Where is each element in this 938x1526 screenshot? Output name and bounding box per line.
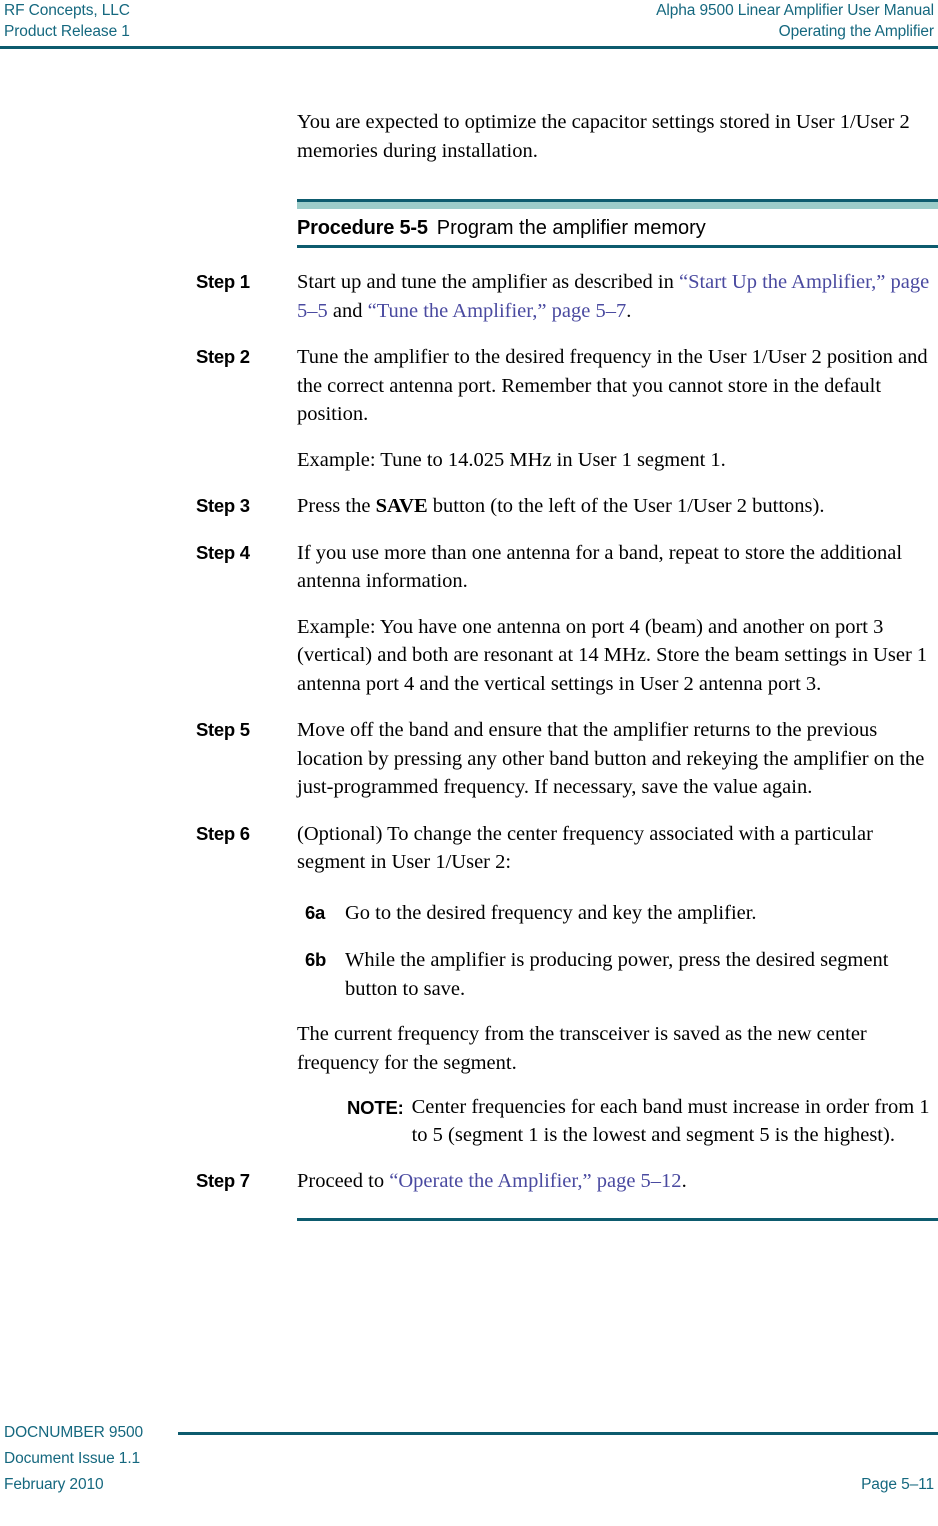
page-footer: DOCNUMBER 9500 Document Issue 1.1 Februa… [0, 1420, 938, 1512]
step-body: Tune the amplifier to the desired freque… [297, 343, 937, 474]
step-row: Step 5 Move off the band and ensure that … [0, 716, 938, 802]
header-left: RF Concepts, LLC Product Release 1 [4, 0, 130, 42]
footer-divider-rule [178, 1432, 938, 1435]
step-label: Step 3 [196, 495, 250, 516]
emphasized-text: SAVE [375, 495, 428, 517]
footer-date: February 2010 [4, 1476, 104, 1493]
step-row: Step 2 Tune the amplifier to the desired … [0, 343, 938, 474]
procedure-banner: Procedure 5-5 Program the amplifier memor… [297, 199, 938, 248]
note-body: Center frequencies for each band must in… [411, 1096, 930, 1146]
header-company: RF Concepts, LLC [4, 2, 130, 19]
step-body: If you use more than one antenna for a b… [297, 539, 937, 699]
text-run: Press the [297, 495, 376, 517]
text-run: button (to the left of the User 1/User 2… [427, 495, 825, 517]
header-right: Alpha 9500 Linear Amplifier User Manual … [656, 0, 934, 42]
substep-row: 6b While the amplifier is producing power… [297, 946, 937, 1003]
cross-reference-link[interactable]: “Operate the Amplifier,” page 5–12 [389, 1170, 681, 1192]
step-paragraph: Press the SAVE button (to the left of th… [297, 492, 937, 521]
substep-label: 6b [305, 949, 326, 970]
header-product-release: Product Release 1 [4, 23, 130, 40]
procedure-accent-band [297, 202, 938, 209]
step-body: Move off the band and ensure that the am… [297, 716, 937, 802]
step-paragraph: (Optional) To change the center frequenc… [297, 820, 937, 877]
footer-doc-number: DOCNUMBER 9500 [4, 1424, 144, 1441]
text-run: (Optional) To change the center frequenc… [297, 822, 873, 874]
header-divider-rule [0, 46, 938, 49]
step-paragraph: Move off the band and ensure that the am… [297, 716, 937, 802]
substep-row: 6a Go to the desired frequency and key th… [297, 899, 937, 928]
text-run: Start up and tune the amplifier as descr… [297, 271, 679, 293]
step-followup-paragraph: The current frequency from the transceiv… [297, 1023, 867, 1074]
header-chapter-title: Operating the Amplifier [778, 23, 934, 40]
text-run: Proceed to [297, 1170, 390, 1192]
step-label: Step 1 [196, 271, 250, 292]
cross-reference-link[interactable]: “Tune the Amplifier,” page 5–7 [368, 300, 627, 322]
note-label: NOTE: [347, 1097, 404, 1118]
step-label: Step 4 [196, 541, 250, 563]
page-header: RF Concepts, LLC Product Release 1 Alpha… [0, 0, 938, 52]
procedure-steps: Step 1 Start up and tune the amplifier as… [0, 268, 938, 1196]
intro-paragraph: You are expected to optimize the capacit… [297, 111, 910, 162]
procedure-number: Procedure 5-5 [297, 217, 428, 239]
step-label: Step 6 [196, 822, 250, 844]
step-label: Step 5 [196, 719, 250, 740]
text-run: Move off the band and ensure that the am… [297, 719, 925, 798]
procedure-title-area: Procedure 5-5 Program the amplifier memor… [297, 209, 938, 245]
footer-line-doc: DOCNUMBER 9500 [0, 1420, 938, 1446]
step-paragraph: Example: Tune to 14.025 MHz in User 1 se… [297, 446, 937, 475]
substep-body: Go to the desired frequency and key the … [345, 901, 757, 924]
step-paragraph: If you use more than one antenna for a b… [297, 539, 937, 596]
step-label: Step 2 [196, 346, 250, 367]
step-paragraph: Tune the amplifier to the desired freque… [297, 343, 937, 429]
step-paragraph: Example: You have one antenna on port 4 … [297, 613, 937, 699]
text-run: and [327, 299, 368, 322]
footer-page-number: Page 5–11 [861, 1476, 934, 1493]
procedure-closing-rule [297, 1217, 938, 1221]
text-run: . [626, 299, 632, 322]
step-row: Step 3 Press the SAVE button (to the left… [0, 492, 938, 521]
substep-body: While the amplifier is producing power, … [345, 949, 889, 1000]
step-label: Step 7 [196, 1170, 250, 1191]
header-manual-title: Alpha 9500 Linear Amplifier User Manual [656, 2, 934, 19]
text-run: Example: You have one antenna on port 4 … [297, 615, 928, 695]
footer-document-issue: Document Issue 1.1 [4, 1450, 141, 1467]
substep-label: 6a [305, 901, 325, 923]
page-content: You are expected to optimize the capacit… [0, 108, 938, 1221]
text-run: Tune the amplifier to the desired freque… [297, 346, 928, 425]
text-run: If you use more than one antenna for a b… [297, 541, 903, 593]
text-run: . [681, 1170, 687, 1192]
footer-line-date-page: February 2010 Page 5–11 [0, 1472, 938, 1498]
step-row: Step 6 (Optional) To change the center fr… [0, 820, 938, 1150]
step-body: (Optional) To change the center frequenc… [297, 820, 937, 1150]
step-row: Step 4 If you use more than one antenna f… [0, 539, 938, 699]
step-body: Press the SAVE button (to the left of th… [297, 492, 937, 521]
step-row: Step 7 Proceed to “Operate the Amplifier,… [0, 1167, 938, 1196]
procedure-bottom-rule [297, 245, 938, 248]
step-row: Step 1 Start up and tune the amplifier as… [0, 268, 938, 325]
step-body: Proceed to “Operate the Amplifier,” page… [297, 1167, 937, 1196]
substep-list: 6a Go to the desired frequency and key th… [297, 899, 937, 1004]
procedure-title: Program the amplifier memory [436, 217, 706, 239]
note-block: NOTE: Center frequencies for each band mu… [347, 1094, 937, 1149]
step-paragraph: Start up and tune the amplifier as descr… [297, 268, 937, 325]
step-paragraph: Proceed to “Operate the Amplifier,” page… [297, 1167, 937, 1196]
text-run: Example: Tune to 14.025 MHz in User 1 se… [297, 448, 726, 471]
step-body: Start up and tune the amplifier as descr… [297, 268, 937, 325]
header-row: RF Concepts, LLC Product Release 1 Alpha… [0, 0, 938, 42]
